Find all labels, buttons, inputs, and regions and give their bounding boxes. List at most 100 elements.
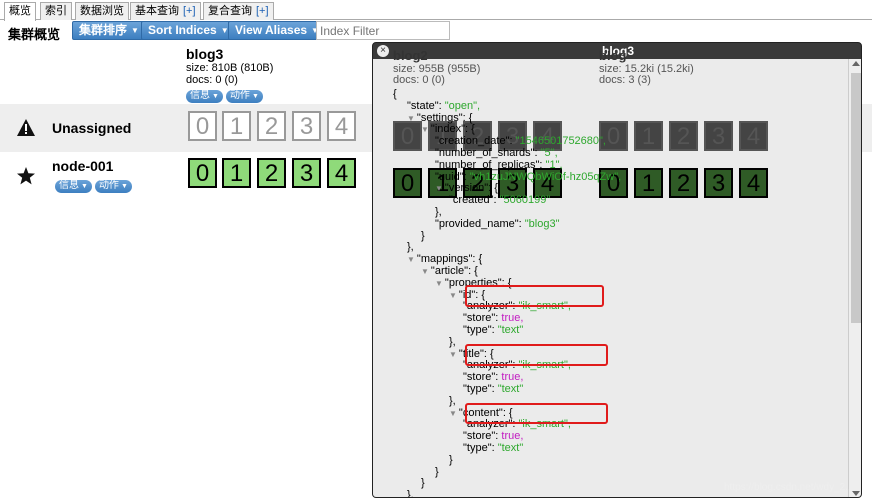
primary-shard[interactable]: 0	[188, 158, 217, 188]
close-icon[interactable]: ×	[377, 45, 389, 57]
button-label: Sort Indices	[148, 23, 217, 37]
highlight-box	[465, 285, 604, 307]
expand-toggle-icon[interactable]: ▼	[435, 279, 443, 288]
json-value: "1546501752680",	[515, 135, 606, 148]
primary-shard[interactable]: 3	[292, 158, 321, 188]
json-key: "store":	[463, 371, 502, 384]
json-line: "type": "text"	[463, 324, 523, 336]
json-line: "type": "text"	[463, 442, 523, 454]
json-key: "store":	[463, 430, 502, 443]
json-line: "type": "text"	[463, 383, 523, 395]
scroll-thumb[interactable]	[851, 73, 861, 323]
sort-indices-button[interactable]: Sort Indices ▼	[141, 21, 236, 40]
json-value: true,	[501, 430, 524, 443]
json-line: "creation_date": "1546501752680",	[435, 135, 606, 147]
view-aliases-button[interactable]: View Aliases ▼	[228, 21, 326, 40]
ghost-index-name: blog2	[393, 48, 428, 63]
json-key: "creation_date":	[435, 135, 516, 148]
expand-toggle-icon[interactable]: ▼	[449, 291, 457, 300]
json-key: "number_of_replicas":	[435, 158, 546, 171]
expand-toggle-icon[interactable]: ▼	[407, 114, 415, 123]
button-label: 动作	[98, 180, 119, 191]
tab-indices[interactable]: 索引	[40, 2, 72, 20]
index-header-blog3: blog3 size: 810B (810B) docs: 0 (0) 信息 ▼ 动…	[186, 46, 273, 103]
json-key: },	[407, 489, 414, 498]
tab-overview[interactable]: 概览	[4, 2, 36, 21]
unassigned-shard[interactable]: 2	[257, 111, 286, 141]
unassigned-shard[interactable]: 0	[188, 111, 217, 141]
expand-toggle-icon[interactable]: ▼	[421, 125, 429, 134]
json-key: "provided_name":	[435, 217, 525, 230]
tab-add-link[interactable]: [+]	[183, 5, 196, 17]
json-key: "type":	[463, 324, 498, 336]
caret-down-icon: ▼	[120, 183, 128, 190]
index-name: blog3	[186, 46, 224, 62]
json-key: },	[407, 241, 414, 254]
node-action-button[interactable]: 动作 ▼	[94, 180, 132, 193]
json-key: "article": {	[430, 265, 478, 277]
unassigned-shard[interactable]: 1	[222, 111, 251, 141]
json-line: "number_of_shards": "5",	[435, 147, 558, 159]
primary-shard[interactable]: 2	[257, 158, 286, 188]
json-value: "open",	[444, 99, 481, 112]
dialog-scrollbar[interactable]	[848, 59, 861, 497]
cluster-sort-button[interactable]: 集群排序 ▼	[72, 21, 146, 40]
json-line: "provided_name": "blog3"	[435, 218, 560, 230]
json-key: }	[449, 453, 453, 466]
tab-data-browse[interactable]: 数据浏览	[75, 2, 129, 20]
index-filter-input[interactable]	[316, 21, 450, 40]
highlight-box	[465, 344, 608, 366]
ghost-primary-shard: 1	[634, 168, 663, 198]
primary-shard[interactable]: 4	[327, 158, 356, 188]
button-label: 信息	[190, 90, 210, 101]
tab-basic-query[interactable]: 基本查询 [+]	[130, 2, 201, 20]
json-line: {	[393, 88, 397, 100]
caret-down-icon: ▼	[251, 93, 259, 100]
json-key: }	[435, 465, 439, 478]
ghost-primary-shard: 3	[704, 168, 733, 198]
primary-shard[interactable]: 1	[222, 158, 251, 188]
caret-down-icon: ▼	[131, 26, 139, 36]
expand-toggle-icon[interactable]: ▼	[449, 350, 457, 359]
json-value: "5",	[540, 147, 558, 159]
json-key: "settings": {	[416, 111, 473, 124]
expand-toggle-icon[interactable]: ▼	[449, 409, 457, 418]
json-key: "uuid":	[435, 170, 470, 183]
json-value: true,	[501, 312, 524, 325]
json-line: "store": true,	[463, 371, 523, 383]
json-value: "text"	[497, 383, 524, 395]
node-actions: 信息 ▼ 动作 ▼	[55, 177, 135, 193]
info-button[interactable]: 信息 ▼	[186, 90, 223, 103]
json-key: }	[421, 229, 425, 242]
unassigned-shard[interactable]: 4	[327, 111, 356, 141]
json-line: }	[435, 466, 439, 478]
json-key: "number_of_shards":	[435, 147, 541, 159]
json-key: "mappings": {	[416, 253, 483, 266]
json-key: }	[421, 477, 425, 490]
unassigned-shard[interactable]: 3	[292, 111, 321, 141]
tab-label: 复合查询	[208, 5, 252, 17]
json-line: },	[449, 395, 456, 407]
unassigned-label: Unassigned	[52, 120, 132, 136]
ghost-unassigned-shard: 4	[739, 121, 768, 151]
json-line: "created": "5060199"	[449, 194, 550, 206]
expand-toggle-icon[interactable]: ▼	[435, 184, 443, 193]
tab-complex-query[interactable]: 复合查询 [+]	[203, 2, 274, 20]
tab-add-link[interactable]: [+]	[256, 5, 269, 17]
button-label: 动作	[229, 90, 250, 101]
action-button[interactable]: 动作 ▼	[225, 90, 263, 103]
json-key: },	[449, 335, 456, 348]
json-line: "store": true,	[463, 430, 523, 442]
expand-toggle-icon[interactable]: ▼	[421, 267, 429, 276]
expand-toggle-icon[interactable]: ▼	[407, 255, 415, 264]
json-key: "created":	[449, 194, 500, 207]
json-value: "text"	[497, 324, 524, 336]
button-label: View Aliases	[235, 23, 308, 37]
node-label: node-001	[52, 158, 114, 174]
scroll-up-icon[interactable]	[852, 61, 860, 66]
node-info-button[interactable]: 信息 ▼	[55, 180, 92, 193]
caret-down-icon: ▼	[81, 183, 88, 190]
caret-down-icon: ▼	[212, 93, 219, 100]
index-size: size: 810B (810B)	[186, 62, 274, 74]
json-line: "store": true,	[463, 312, 523, 324]
